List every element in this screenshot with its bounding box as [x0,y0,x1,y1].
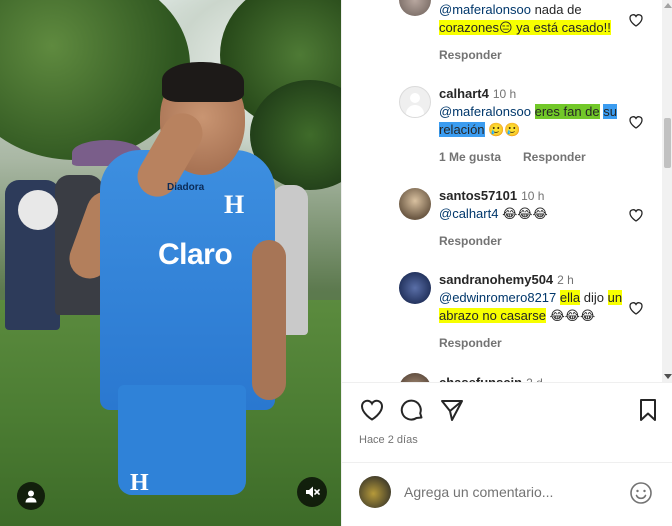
player-hair [162,62,244,102]
mention-link[interactable]: @edwinromero8217 [439,290,556,305]
scroll-up-icon[interactable] [664,3,672,8]
bookmark-icon[interactable] [635,397,661,423]
post-media[interactable]: Diadora H Claro H [0,0,341,526]
comment-text-tail: 🥲🥲 [484,122,521,137]
comments-list[interactable]: @maferalonsoo nada de corazones😑 ya está… [342,0,672,382]
speaker-muted-icon [306,486,320,498]
comment-meta: Responder [439,234,524,248]
comment-text: sandranohemy504 2 h @edwinromero8217 ella… [439,271,624,325]
like-heart-icon[interactable] [359,397,385,423]
jersey-small-brand: Diadora [167,182,205,193]
user-icon [25,490,37,503]
comment-time: 10 h [521,189,545,203]
shorts-crest: H [130,470,149,496]
post-age[interactable]: Hace 2 días [359,434,418,446]
comment-text-plain: nada de [530,2,582,17]
comment-text: calhart4 10 h @maferalonsoo eres fan de s… [439,85,624,139]
comment-text-plain: 😂😂😂 [498,206,548,221]
comment-text-highlight: corazones😑 ya está casado!! [439,20,611,35]
comment-text-tail: 😂😂😂 [545,308,596,323]
jersey-brand: Claro [158,238,233,271]
comment-text: chasefunscin2 d [439,374,624,382]
reply-button[interactable]: Responder [439,48,502,62]
avatar[interactable] [399,188,431,220]
comment-text: @maferalonsoo nada de corazones😑 ya está… [439,1,624,37]
avatar[interactable] [399,272,431,304]
post-actions: Hace 2 días [342,382,672,462]
comment-icon[interactable] [399,397,425,423]
comment-time: 2 h [557,273,574,287]
avatar[interactable] [399,0,431,16]
comment-meta: Responder [439,336,524,350]
share-icon[interactable] [439,397,465,423]
mention-link[interactable]: @maferalonsoo [439,2,531,17]
bystander-cap [18,190,58,230]
player-arm-tattooed [252,240,286,400]
comment-text-highlight: ella [559,290,581,305]
heart-icon[interactable] [628,114,644,130]
reply-button[interactable]: Responder [523,150,586,164]
reply-button[interactable]: Responder [439,234,502,248]
emoji-icon[interactable] [629,481,653,505]
comment-username[interactable]: chasefunscin [439,375,522,382]
reply-button[interactable]: Responder [439,336,502,350]
comment-composer [342,462,672,526]
avatar[interactable] [399,86,431,118]
comment-time: 10 h [492,87,517,101]
heart-icon[interactable] [628,207,644,223]
jersey-crest: H [224,190,245,219]
tagged-users-button[interactable] [17,482,45,510]
current-user-avatar[interactable] [359,476,391,508]
comment-meta: 1 Me gusta Responder [439,150,608,164]
heart-icon[interactable] [628,12,644,28]
comment-input[interactable] [404,481,614,503]
comment-meta: Responder [439,48,524,62]
comment-text-plain: dijo [580,290,604,305]
heart-icon[interactable] [628,300,644,316]
mention-link[interactable]: @maferalonsoo [439,104,531,119]
comment-username[interactable]: sandranohemy504 [439,272,553,287]
avatar[interactable] [399,373,431,382]
scroll-down-icon[interactable] [664,374,672,379]
comment-username[interactable]: santos57101 [439,188,517,203]
comment-text-highlight-green: eres fan de [534,104,600,119]
comments-panel: @maferalonsoo nada de corazones😑 ya está… [341,0,672,526]
mention-link[interactable]: @calhart4 [439,206,498,221]
comments-scrollbar[interactable] [662,0,672,382]
mute-button[interactable] [297,477,327,507]
scrollbar-thumb[interactable] [664,118,671,168]
likes-count[interactable]: 1 Me gusta [439,150,501,164]
comment-text: santos57101 10 h @calhart4 😂😂😂 [439,187,624,223]
comment-username[interactable]: calhart4 [439,86,489,101]
